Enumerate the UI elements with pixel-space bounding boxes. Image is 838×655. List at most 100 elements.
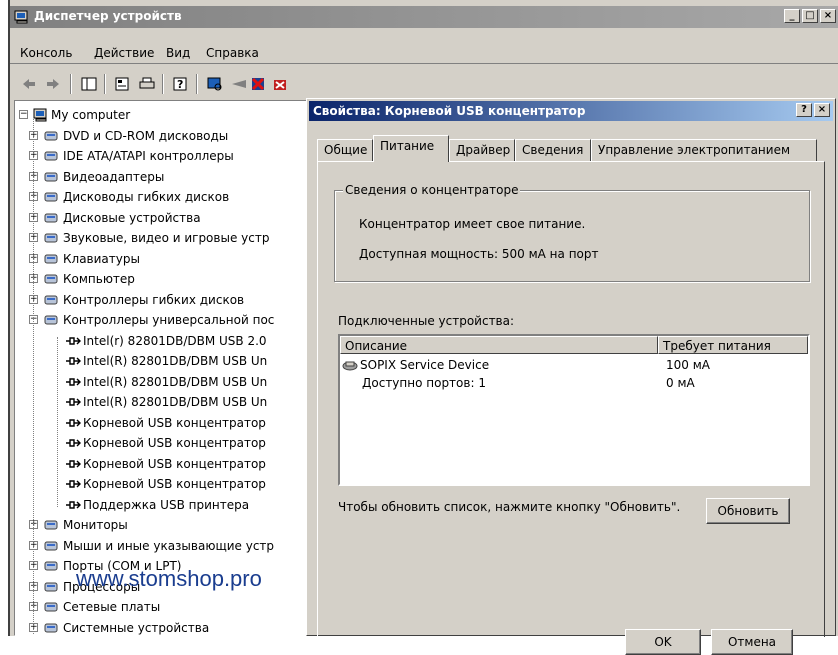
device-category-icon <box>44 213 58 222</box>
watermark-text: www.stomshop.pro <box>76 566 262 591</box>
hub-info-legend: Сведения о концентраторе <box>343 183 521 197</box>
tree-item-label: Intel(R) 82801DB/DBM USB Un <box>83 374 268 389</box>
tree-item[interactable]: Корневой USB концентратор <box>15 433 319 453</box>
tree-item[interactable]: Intel(R) 82801DB/DBM USB Un <box>15 372 319 392</box>
scan-hardware-icon[interactable] <box>206 76 224 92</box>
tree-item[interactable]: Корневой USB концентратор <box>15 413 319 433</box>
tree-item[interactable]: Поддержка USB принтера <box>15 495 319 515</box>
disable-icon[interactable] <box>272 76 290 92</box>
list-item[interactable]: Доступно портов: 1 0 мА <box>340 374 808 392</box>
column-description[interactable]: Описание <box>340 336 658 354</box>
tree-item-label: Дисководы гибких дисков <box>63 190 230 204</box>
update-driver-icon[interactable] <box>230 76 248 92</box>
tree-item-label: Звуковые, видео и игровые устр <box>63 231 270 245</box>
tree-item-label: Видеоадаптеры <box>63 169 165 184</box>
help-icon[interactable]: ? <box>172 76 190 92</box>
tree-item-label: Intel(R) 82801DB/DBM USB Un <box>83 354 268 368</box>
usb-icon <box>66 357 81 365</box>
show-hide-tree-icon[interactable] <box>80 76 98 92</box>
device-category-icon <box>44 315 58 325</box>
back-arrow-icon[interactable] <box>20 76 38 92</box>
tree-item[interactable]: + Сетевые платы <box>15 597 319 617</box>
uninstall-icon[interactable] <box>250 76 268 92</box>
tree-item[interactable]: + Мониторы <box>15 515 319 535</box>
hub-info-group: Сведения о концентраторе Концентратор им… <box>334 183 810 282</box>
tree-item[interactable]: − Контроллеры универсальной пос <box>15 310 319 330</box>
ok-button[interactable]: OK <box>625 629 701 655</box>
tree-item[interactable]: + Клавиатуры <box>15 249 319 269</box>
menu-bar: Консоль Действие Вид Справка <box>10 40 838 64</box>
tab-power[interactable]: Питание <box>373 135 449 162</box>
usb-device-icon <box>342 361 358 371</box>
tree-item-label: Intel(r) 82801DB/DBM USB 2.0 <box>83 333 267 348</box>
list-header: Описание Требует питания <box>340 336 808 354</box>
list-item[interactable]: SOPIX Service Device 100 мА <box>340 356 808 374</box>
dialog-help-button[interactable]: ? <box>796 103 812 117</box>
tree-item[interactable]: − My computer <box>15 105 319 125</box>
tree-item[interactable]: + Звуковые, видео и игровые устр <box>15 228 319 248</box>
tree-item[interactable]: Intel(r) 82801DB/DBM USB 2.0 <box>15 331 319 351</box>
minimize-button[interactable]: _ <box>784 9 800 23</box>
tree-item-label: Корневой USB концентратор <box>83 415 266 430</box>
window-title: Диспетчер устройств <box>34 9 182 23</box>
tree-item-label: Корневой USB концентратор <box>83 436 266 450</box>
tree-item[interactable]: + Компьютер <box>15 269 319 289</box>
tree-item[interactable]: + DVD и CD-ROM дисководы <box>15 126 319 146</box>
tree-item[interactable]: + Видеоадаптеры <box>15 167 319 187</box>
menu-view[interactable]: Вид <box>166 46 190 60</box>
tab-general[interactable]: Общие <box>317 139 373 161</box>
self-powered-text: Концентратор имеет свое питание. <box>359 217 586 231</box>
connected-devices-list[interactable]: Описание Требует питания SOPIX Service D… <box>338 334 810 486</box>
print-icon[interactable] <box>138 76 156 92</box>
menu-action[interactable]: Действие <box>94 46 154 60</box>
tree-item-label: My computer <box>51 108 131 122</box>
tree-item[interactable]: + IDE ATA/ATAPI контроллеры <box>15 146 319 166</box>
forward-arrow-icon[interactable] <box>44 76 62 92</box>
tree-item-label: Корневой USB концентратор <box>83 477 266 491</box>
collapse-toggle[interactable]: − <box>19 110 28 119</box>
usb-icon <box>66 377 81 386</box>
dialog-close-button[interactable]: × <box>814 103 830 117</box>
tree-item-label: Корневой USB концентратор <box>83 456 266 471</box>
refresh-button[interactable]: Обновить <box>706 498 790 524</box>
device-category-icon <box>44 233 58 243</box>
device-tree[interactable]: − My computer + DVD и CD-ROM дисководы + IDE … <box>14 100 320 636</box>
window-titlebar[interactable]: Диспетчер устройств _ □ × <box>10 6 838 28</box>
device-category-icon <box>44 561 58 571</box>
tree-item[interactable]: + Дисковые устройства <box>15 208 319 228</box>
tree-item-label: Поддержка USB принтера <box>83 497 250 512</box>
tree-item[interactable]: + Дисководы гибких дисков <box>15 187 319 207</box>
toolbar: ? <box>10 70 838 98</box>
cancel-button[interactable]: Отмена <box>711 629 793 655</box>
device-category-icon <box>44 131 58 140</box>
usb-icon <box>66 439 81 447</box>
usb-icon <box>66 459 81 468</box>
device-description: Доступно портов: 1 <box>362 376 486 390</box>
dialog-title: Свойства: Корневой USB концентратор <box>313 104 586 118</box>
tree-item[interactable]: + Контроллеры гибких дисков <box>15 290 319 310</box>
device-description: SOPIX Service Device <box>360 358 490 372</box>
properties-icon[interactable] <box>114 76 132 92</box>
tab-driver[interactable]: Драйвер <box>449 139 515 161</box>
menu-console[interactable]: Консоль <box>20 46 72 60</box>
device-category-icon <box>44 172 58 181</box>
tree-item[interactable]: Корневой USB концентратор <box>15 474 319 494</box>
tree-item[interactable]: + Системные устройства <box>15 618 319 636</box>
tab-power-management[interactable]: Управление электропитанием <box>591 139 817 161</box>
device-category-icon <box>44 274 58 284</box>
dialog-titlebar[interactable]: Свойства: Корневой USB концентратор ? × <box>309 101 833 121</box>
maximize-button[interactable]: □ <box>802 9 818 23</box>
tab-details[interactable]: Сведения <box>515 139 591 161</box>
column-power-required[interactable]: Требует питания <box>658 336 808 354</box>
usb-icon <box>66 398 81 406</box>
tree-item[interactable]: + Мыши и иные указывающие устр <box>15 536 319 556</box>
device-category-icon <box>44 520 58 530</box>
menu-help[interactable]: Справка <box>206 46 259 60</box>
svg-text:?: ? <box>177 78 183 91</box>
tree-item[interactable]: Корневой USB концентратор <box>15 454 319 474</box>
tree-item-label: Мыши и иные указывающие устр <box>63 538 275 553</box>
close-button[interactable]: × <box>820 9 836 23</box>
tree-item[interactable]: Intel(R) 82801DB/DBM USB Un <box>15 351 319 371</box>
tree-item[interactable]: Intel(R) 82801DB/DBM USB Un <box>15 392 319 412</box>
refresh-hint-text: Чтобы обновить список, нажмите кнопку "О… <box>338 500 681 514</box>
